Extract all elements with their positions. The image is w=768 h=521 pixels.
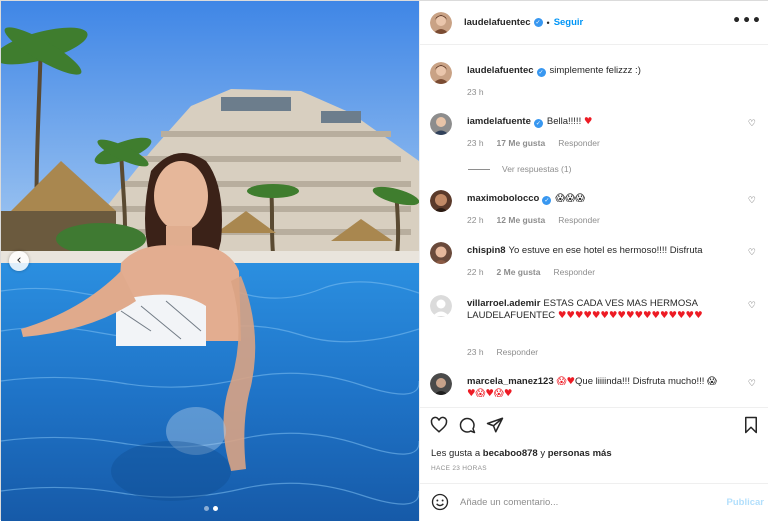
comment-body: marcela_manez123 😱♥Que liiiinda!!! Disfru… <box>467 376 737 400</box>
comment-body: maximobolocco ✓ 😱😱😱 <box>467 193 737 205</box>
bookmark-icon[interactable] <box>742 416 760 436</box>
reply-button[interactable]: Responder <box>558 215 600 225</box>
emoji-smile-icon[interactable] <box>431 493 449 513</box>
comment-like-icon[interactable]: ♡ <box>748 301 756 311</box>
reply-button[interactable]: Responder <box>553 267 595 277</box>
comment-text: Bella!!!!! <box>546 116 582 127</box>
comment-time[interactable]: 23 h <box>467 138 484 148</box>
comment-username[interactable]: villarroel.ademir <box>467 298 540 309</box>
comment-meta: 23 h Responder <box>467 347 538 357</box>
instagram-post-window: ‹ laudelafuentec ✓ • Seguir ••• laudelaf… <box>0 0 768 521</box>
emoji: 😱 <box>707 376 717 387</box>
comment-username[interactable]: maximobolocco <box>467 193 539 204</box>
comments-list[interactable]: laudelafuentec ✓ simplemente felizzz :) 23… <box>420 45 768 407</box>
comment-username[interactable]: marcela_manez123 <box>467 376 554 387</box>
post-header: laudelafuentec ✓ • Seguir ••• <box>420 1 768 45</box>
avatar[interactable] <box>430 62 452 84</box>
comment-body: chispin8 Yo estuve en ese hotel es hermos… <box>467 245 737 257</box>
likes-mid: y <box>540 448 546 459</box>
separator-dot: • <box>546 17 550 28</box>
comment-meta: 22 h 2 Me gusta Responder <box>467 267 595 277</box>
comment-time[interactable]: 23 h <box>467 87 484 97</box>
comment-time[interactable]: 22 h <box>467 215 484 225</box>
comment-text: Que liiiinda!!! Disfruta mucho!!! <box>575 376 705 387</box>
publish-button[interactable]: Publicar <box>727 497 765 508</box>
avatar[interactable] <box>430 11 452 34</box>
comment-like-icon[interactable]: ♡ <box>748 119 756 129</box>
post-username[interactable]: laudelafuentec <box>464 17 531 28</box>
verified-badge-icon: ✓ <box>533 18 543 27</box>
comment-input[interactable]: Añade un comentario... <box>460 497 558 508</box>
reply-button[interactable]: Responder <box>497 347 539 357</box>
comment-like-icon[interactable]: ♡ <box>748 196 756 206</box>
verified-badge-icon: ✓ <box>533 119 543 128</box>
comment-body: iamdelafuente ✓ Bella!!!!! ♥ <box>467 116 737 128</box>
comment-likes[interactable]: 17 Me gusta <box>497 138 546 148</box>
likes-others[interactable]: personas más <box>548 448 612 459</box>
comment-likes[interactable]: 12 Me gusta <box>497 215 546 225</box>
caption-text: simplemente felizzz :) <box>549 65 641 76</box>
post-actions: Les gusta a becaboo878 y personas más HA… <box>420 407 768 472</box>
carousel-dot-active <box>213 506 218 511</box>
emoji: 😱😱😱 <box>555 193 586 204</box>
likes-prefix: Les gusta a <box>431 448 481 459</box>
follow-button[interactable]: Seguir <box>554 17 584 28</box>
heart-emoji: ♥ <box>583 116 593 127</box>
comment-time[interactable]: 23 h <box>467 347 484 357</box>
carousel-dot <box>204 506 209 511</box>
comment-time[interactable]: 22 h <box>467 267 484 277</box>
comment-like-icon[interactable]: ♡ <box>748 379 756 389</box>
comment-username[interactable]: chispin8 <box>467 245 506 256</box>
carousel-dots <box>204 506 218 511</box>
comment-meta: 22 h 12 Me gusta Responder <box>467 215 600 225</box>
view-replies-button[interactable]: Ver respuestas (1) <box>468 164 571 174</box>
more-options-icon[interactable]: ••• <box>732 13 762 29</box>
verified-badge-icon: ✓ <box>542 196 552 205</box>
comment-likes[interactable]: 2 Me gusta <box>497 267 541 277</box>
verified-badge-icon: ✓ <box>536 68 546 77</box>
heart-outline-icon[interactable] <box>430 416 448 436</box>
avatar[interactable] <box>430 242 452 264</box>
likes-user[interactable]: becaboo878 <box>483 448 538 459</box>
caption-meta: 23 h <box>467 87 484 97</box>
heart-emoji: ♥♥♥♥♥♥♥♥♥♥♥♥♥♥♥♥♥ <box>557 310 703 321</box>
comment-like-icon[interactable]: ♡ <box>748 248 756 258</box>
comment-meta: 23 h 17 Me gusta Responder <box>467 138 600 148</box>
replies-line <box>468 168 490 170</box>
post-photo[interactable]: ‹ <box>1 1 419 521</box>
avatar[interactable] <box>430 295 452 317</box>
comment-text: Yo estuve en ese hotel es hermoso!!!! Di… <box>508 245 703 256</box>
post-panel: laudelafuentec ✓ • Seguir ••• laudelafue… <box>419 1 768 521</box>
avatar[interactable] <box>430 373 452 395</box>
avatar[interactable] <box>430 113 452 135</box>
emoji: 😱♥ <box>556 376 576 387</box>
carousel-prev-button[interactable]: ‹ <box>9 251 29 271</box>
comment-icon[interactable] <box>458 416 476 436</box>
caption-body: laudelafuentec ✓ simplemente felizzz :) <box>467 65 737 77</box>
emoji-line: ♥😱♥😱♥ <box>467 388 513 399</box>
reply-button[interactable]: Responder <box>558 138 600 148</box>
view-replies-label: Ver respuestas (1) <box>502 164 572 174</box>
comment-username[interactable]: laudelafuentec <box>467 65 534 76</box>
share-icon[interactable] <box>486 416 504 436</box>
add-comment-bar: Añade un comentario... Publicar <box>420 483 768 521</box>
avatar[interactable] <box>430 190 452 212</box>
comment-username[interactable]: iamdelafuente <box>467 116 531 127</box>
post-timestamp[interactable]: HACE 23 HORAS <box>431 465 487 472</box>
photo-scene <box>1 1 419 521</box>
likes-summary: Les gusta a becaboo878 y personas más <box>431 448 612 459</box>
action-icons <box>430 416 760 436</box>
comment-body: villarroel.ademir ESTAS CADA VES MAS HERM… <box>467 298 747 322</box>
